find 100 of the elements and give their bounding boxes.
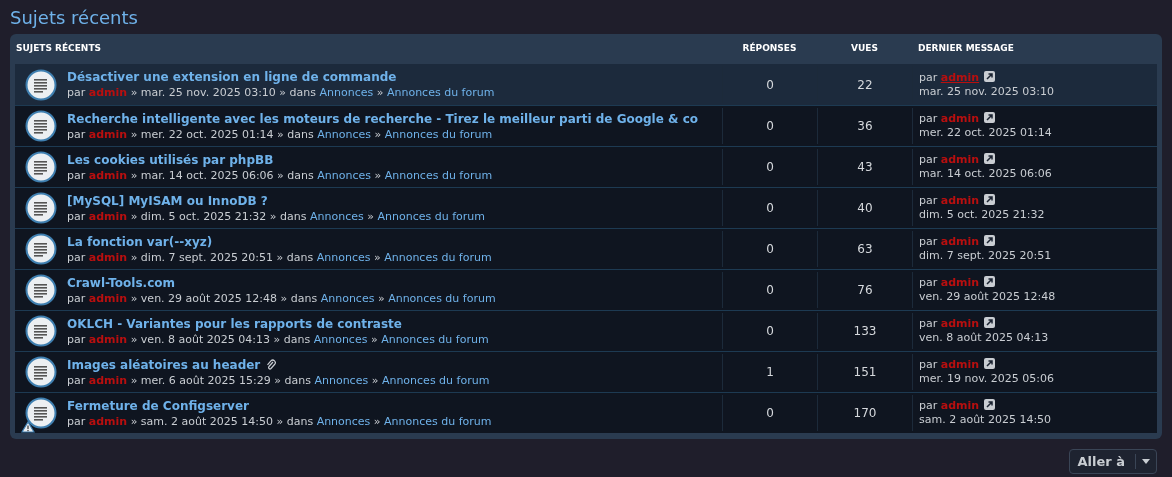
post-date: » mer. 22 oct. 2025 01:14 » dans (130, 127, 314, 141)
forum-link[interactable]: Annonces (316, 414, 371, 428)
breadcrumb-separator: » (367, 209, 374, 223)
forum-link[interactable]: Annonces (319, 86, 374, 99)
by-label: par (67, 250, 86, 264)
topic-title-link[interactable]: Désactiver une extension en ligne de commande (67, 69, 397, 85)
caret-icon (1142, 459, 1150, 464)
topic-row[interactable]: Les cookies utilisés par phpBB par admin » mar. 14 oct. 2025 06:06 » dans Annonces » Annonces du forum 0 43 par admin mar. 14 oct. 2025 06:06 (15, 146, 1157, 187)
last-post-date: mer. 22 oct. 2025 01:14 (919, 126, 1053, 140)
page-title: Sujets récents (10, 6, 139, 30)
forum-link[interactable]: Annonces du forum (388, 291, 496, 305)
by-label: par (919, 70, 938, 84)
forum-link[interactable]: Annonces (317, 168, 371, 182)
breadcrumb-separator: » (373, 250, 381, 264)
topic-title-link[interactable]: Recherche intelligente avec les moteurs de recherche - Tirez le meilleur parti de Google & co (67, 110, 698, 127)
forum-link[interactable]: Annonces du forum (384, 414, 492, 428)
by-label: par (919, 153, 938, 166)
topic-row[interactable]: [MySQL] MyISAM ou InnoDB ? par admin » dim. 5 oct. 2025 21:32 » dans Annonces » Annonces du forum 0 40 par admin dim. 5 oct. 2025 21:32 (15, 187, 1157, 228)
post-date: » mar. 14 oct. 2025 06:06 » dans (130, 168, 314, 182)
last-post-date: mar. 14 oct. 2025 06:06 (919, 167, 1053, 181)
forum-link[interactable]: Annonces du forum (377, 209, 485, 223)
go-to-post-icon[interactable] (984, 276, 996, 287)
go-to-post-icon[interactable] (984, 358, 996, 369)
topic-title-link[interactable]: La fonction var(--xyz) (67, 233, 213, 250)
post-date: » dim. 7 sept. 2025 20:51 » dans (130, 250, 314, 264)
topic-icon (25, 233, 57, 265)
breadcrumb-separator: » (371, 373, 379, 387)
go-to-post-icon[interactable] (984, 70, 996, 82)
views-count: 151 (853, 364, 877, 381)
topic-title-link[interactable]: [MySQL] MyISAM ou InnoDB ? (67, 192, 268, 209)
last-post-date: sam. 2 août 2025 14:50 (919, 413, 1053, 427)
forum-link[interactable]: Annonces du forum (386, 86, 495, 99)
last-post-date: mar. 25 nov. 2025 03:10 (919, 84, 1055, 99)
go-to-post-icon[interactable] (984, 317, 996, 328)
topic-title-link[interactable]: Les cookies utilisés par phpBB (67, 151, 274, 168)
forum-link[interactable]: Annonces du forum (381, 373, 490, 387)
column-header: DERNIER MESSAGE (917, 42, 1015, 56)
topic-title-link[interactable]: OKLCH - Variantes pour les rapports de contraste (67, 315, 402, 332)
jump-to-button[interactable]: Aller à (1068, 449, 1157, 474)
by-label: par (67, 168, 86, 182)
last-post-date: mer. 19 nov. 2025 05:06 (919, 372, 1056, 386)
by-label: par (919, 194, 938, 207)
go-to-post-icon[interactable] (984, 153, 996, 164)
post-date: » sam. 2 août 2025 14:50 » dans (130, 414, 314, 428)
by-label: par (67, 291, 86, 305)
replies-count: 0 (766, 118, 774, 135)
last-post-date: dim. 5 oct. 2025 21:32 (919, 208, 1046, 222)
replies-count: 1 (766, 364, 774, 381)
forum-link[interactable]: Annonces (314, 373, 369, 387)
post-date: » dim. 5 oct. 2025 21:32 » dans (130, 209, 307, 223)
breadcrumb-separator: » (374, 168, 382, 182)
breadcrumb-separator: » (373, 414, 381, 428)
topic-title-link[interactable]: Crawl-Tools.com (67, 274, 175, 291)
by-label: par (919, 317, 938, 330)
topic-row[interactable]: OKLCH - Variantes pour les rapports de contraste par admin » ven. 8 août 2025 04:13 » dans Annonces » Annonces du forum 0 133 par admin ven. 8 août 2025 04:13 (15, 310, 1157, 351)
forum-link[interactable]: Annonces (317, 127, 371, 141)
views-count: 63 (857, 241, 873, 258)
go-to-post-icon[interactable] (984, 235, 996, 246)
forum-link[interactable]: Annonces du forum (384, 250, 492, 264)
replies-count: 0 (766, 323, 774, 340)
forum-link[interactable]: Annonces du forum (384, 168, 493, 182)
topic-title-link[interactable]: Fermeture de Configserver (67, 397, 249, 414)
replies-count: 0 (766, 200, 774, 217)
by-label: par (919, 235, 938, 248)
topic-row[interactable]: Fermeture de Configserver par admin » sam. 2 août 2025 14:50 » dans Annonces » Annonces du forum 0 170 par admin sam. 2 août 2025 14:50 (15, 392, 1157, 433)
topic-row[interactable]: Images aléatoires au header par admin » mer. 6 août 2025 15:29 » dans Annonces » Annonces du forum 1 151 par admin mer. 19 nov. 2025 05:06 (15, 351, 1157, 392)
topic-icon (25, 151, 57, 183)
by-label: par (919, 112, 938, 125)
forum-link[interactable]: Annonces (316, 250, 371, 264)
breadcrumb-separator: » (370, 332, 378, 346)
forum-link[interactable]: Annonces (310, 209, 364, 223)
column-header: RÉPONSES (741, 42, 798, 56)
go-to-post-icon[interactable] (984, 112, 996, 123)
topic-icon (25, 68, 57, 101)
last-post-date: ven. 8 août 2025 04:13 (919, 331, 1050, 345)
topic-title-link[interactable]: Images aléatoires au header (67, 356, 261, 373)
by-label: par (919, 358, 938, 371)
by-label: par (67, 414, 86, 428)
by-label: par (919, 276, 938, 289)
breadcrumb-separator: » (374, 127, 382, 141)
views-count: 43 (857, 159, 873, 176)
go-to-post-icon[interactable] (984, 194, 996, 205)
by-label: par (919, 399, 938, 412)
column-header: SUJETS RÉCENTS (15, 42, 103, 56)
replies-count: 0 (766, 282, 774, 299)
last-post-date: dim. 7 sept. 2025 20:51 (919, 249, 1053, 263)
topic-icon (25, 110, 57, 142)
forum-link[interactable]: Annonces (313, 332, 368, 346)
post-date: » mar. 25 nov. 2025 03:10 » dans (130, 86, 316, 99)
views-count: 76 (857, 282, 873, 299)
forum-link[interactable]: Annonces du forum (384, 127, 493, 141)
replies-count: 0 (766, 241, 774, 258)
forum-link[interactable]: Annonces du forum (381, 332, 489, 346)
go-to-post-icon[interactable] (984, 399, 996, 410)
topic-icon (25, 192, 57, 224)
topic-row[interactable] (15, 105, 1157, 146)
topic-row[interactable]: Crawl-Tools.com par admin » ven. 29 août 2025 12:48 » dans Annonces » Annonces du forum 0 76 par admin ven. 29 août 2025 12:48 (15, 269, 1157, 310)
topic-row[interactable]: Désactiver une extension en ligne de commande par admin » mar. 25 nov. 2025 03:10 » dans Annonces » Annonces du forum 0 22 par admin mar. 25 nov. 2025 03:10 (15, 64, 1157, 105)
forum-link[interactable]: Annonces (320, 291, 375, 305)
topic-row[interactable]: La fonction var(--xyz) par admin » dim. 7 sept. 2025 20:51 » dans Annonces » Annonces du forum 0 63 par admin dim. 7 sept. 2025 20:51 (15, 228, 1157, 269)
